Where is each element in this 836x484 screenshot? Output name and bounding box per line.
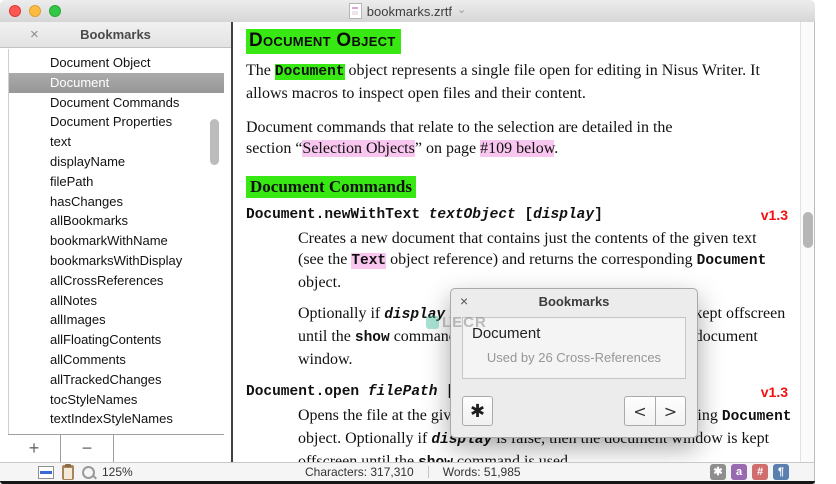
text-segment: #109 below xyxy=(480,140,555,157)
app-window: bookmarks.zrtf ⌄ × Bookmarks Document Ob… xyxy=(0,0,815,484)
text-segment: display xyxy=(533,207,595,223)
bookmark-list-item[interactable]: bookmarksWithDisplay xyxy=(9,251,224,271)
bookmark-list-item[interactable]: Document Commands xyxy=(9,93,224,113)
bookmarks-sidebar: × Bookmarks Document Object Document Docum… xyxy=(0,22,233,462)
status-right-group: ✱ a # ¶ xyxy=(710,463,789,481)
invisibles-icon[interactable]: # xyxy=(752,464,768,480)
bookmark-list-item[interactable]: displayName xyxy=(9,152,224,172)
bookmark-list-item[interactable]: textIndexStyleNames xyxy=(9,409,224,429)
sidebar-header: × Bookmarks xyxy=(0,22,231,48)
version-badge: v1.3 xyxy=(760,207,788,223)
bookmark-list-item[interactable]: allTrackedChanges xyxy=(9,370,224,390)
text-segment: show xyxy=(418,455,453,462)
add-bookmark-button[interactable]: + xyxy=(8,435,61,462)
text-segment: display xyxy=(384,307,446,323)
words-count: Words: 51,985 xyxy=(442,465,521,479)
text-segment: object. Optionally if xyxy=(298,430,432,447)
main-scrollbar-track[interactable] xyxy=(800,22,815,462)
panel-title: Bookmarks xyxy=(538,294,610,309)
text-segment: command is used. xyxy=(452,453,573,462)
window-title-group: bookmarks.zrtf ⌄ xyxy=(0,0,815,22)
bookmark-list-item[interactable]: allFloatingContents xyxy=(9,330,224,350)
document-view[interactable]: Document Object The Document object repr… xyxy=(233,22,815,462)
status-divider xyxy=(427,466,429,478)
characters-count: Characters: 317,310 xyxy=(305,465,414,479)
status-left-group: 125% xyxy=(38,463,133,481)
text-segment: Document xyxy=(721,409,792,425)
text-segment: . xyxy=(554,140,559,157)
text-segment: Document xyxy=(696,253,767,269)
document-file-icon xyxy=(348,3,362,19)
text-segment: Text xyxy=(351,253,387,269)
bookmark-list-item[interactable]: allCrossReferences xyxy=(9,271,224,291)
page-view-icon[interactable] xyxy=(38,465,54,479)
status-center-group: Characters: 317,310 Words: 51,985 xyxy=(305,463,521,481)
text-segment: Document.open xyxy=(246,384,368,400)
bookmark-info-box: Document Used by 26 Cross-References xyxy=(462,317,686,379)
bookmark-list-item[interactable]: filePath xyxy=(9,172,224,192)
sidebar-scrollbar-thumb[interactable] xyxy=(210,119,219,165)
text-segment: [ xyxy=(515,207,534,223)
bookmarks-popup-panel: × Bookmarks Document Used by 26 Cross-Re… xyxy=(450,288,698,438)
text-segment: object reference) and returns the corres… xyxy=(386,251,697,268)
gear-icon[interactable]: ✱ xyxy=(462,396,493,426)
bookmark-name: Document xyxy=(472,325,541,342)
bookmark-usage: Used by 26 Cross-References xyxy=(486,350,662,365)
text-segment: ] xyxy=(594,207,603,223)
text-segment: Optionally if xyxy=(298,305,385,322)
main-scrollbar-thumb[interactable] xyxy=(803,212,813,248)
text-segment: The xyxy=(246,62,275,79)
window-edge xyxy=(814,22,815,484)
gear-icon[interactable]: ✱ xyxy=(710,464,726,480)
window-title: bookmarks.zrtf xyxy=(366,3,453,19)
text-segment: Document xyxy=(274,64,345,80)
magnifier-icon[interactable] xyxy=(82,465,95,479)
paragraph-selection: Document commands that relate to the sel… xyxy=(246,117,698,159)
paragraph-intro: The Document object represents a single … xyxy=(246,60,783,104)
next-bookmark-button[interactable]: > xyxy=(655,396,686,426)
bookmark-nav: < > xyxy=(624,396,686,426)
bookmark-list-item[interactable]: allImages xyxy=(9,310,224,330)
bookmark-list-item[interactable]: bookmarkWithName xyxy=(9,231,224,251)
text-segment: Document.newWithText xyxy=(246,207,429,223)
text-segment: ” on page xyxy=(414,140,481,157)
bookmark-list-item[interactable]: allComments xyxy=(9,350,224,370)
bookmark-list-item[interactable]: Document Object xyxy=(9,53,224,73)
bookmark-list-item[interactable]: allNotes xyxy=(9,291,224,311)
paragraph-creates: Creates a new document that contains jus… xyxy=(298,228,770,293)
bookmark-list-item[interactable]: hasChanges xyxy=(9,192,224,212)
heading-document-object: Document Object xyxy=(246,29,401,54)
title-bar: bookmarks.zrtf ⌄ xyxy=(0,0,815,23)
panel-header: × Bookmarks xyxy=(451,289,697,313)
bookmarks-list: Document Object Document Document Commands… xyxy=(8,49,224,435)
zoom-level[interactable]: 125% xyxy=(102,465,133,479)
bookmark-list-item[interactable]: Document xyxy=(9,72,224,93)
sidebar-footer: + − xyxy=(8,434,224,462)
heading-document-commands: Document Commands xyxy=(246,176,416,198)
text-segment: filePath xyxy=(367,384,438,400)
bookmark-list-item[interactable]: allBookmarks xyxy=(9,211,224,231)
status-bar: 125% Characters: 317,310 Words: 51,985 ✱… xyxy=(0,462,815,481)
main-row: × Bookmarks Document Object Document Docum… xyxy=(0,22,815,462)
panel-controls: ✱ < > xyxy=(462,396,686,426)
bookmark-list-item[interactable]: Document Properties xyxy=(9,112,224,132)
chevron-down-icon[interactable]: ⌄ xyxy=(457,3,466,16)
command-newwithtext-code: Document.newWithText textObject [display… xyxy=(246,207,603,223)
clipboard-icon[interactable] xyxy=(62,463,74,480)
version-badge: v1.3 xyxy=(760,384,788,400)
text-segment: show xyxy=(354,330,390,346)
sidebar-title: Bookmarks xyxy=(80,27,151,42)
previous-bookmark-button[interactable]: < xyxy=(624,396,655,426)
bookmark-list-item[interactable]: tocStyleNames xyxy=(9,390,224,410)
pilcrow-icon[interactable]: ¶ xyxy=(773,464,789,480)
command-newwithtext: Document.newWithText textObject [display… xyxy=(246,207,788,225)
text-segment: textObject xyxy=(428,207,516,223)
text-segment: Selection Objects xyxy=(302,140,415,157)
bookmark-list-item[interactable]: text xyxy=(9,132,224,152)
text-segment: object. xyxy=(298,274,342,291)
character-style-icon[interactable]: a xyxy=(731,464,747,480)
remove-bookmark-button[interactable]: − xyxy=(61,435,114,462)
